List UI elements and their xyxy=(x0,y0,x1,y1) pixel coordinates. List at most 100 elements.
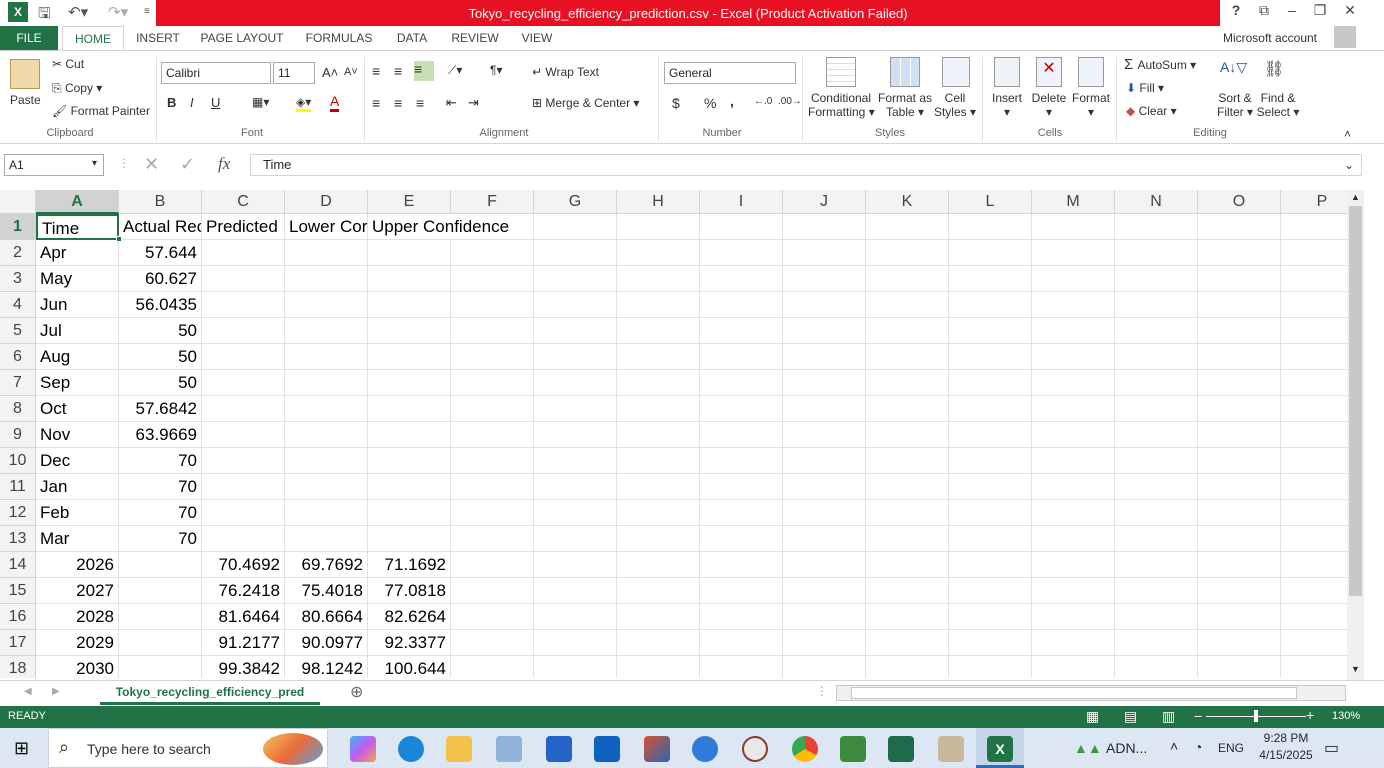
cell-l12[interactable] xyxy=(949,500,1032,526)
format-as-table-button[interactable]: Format as Table ▾ xyxy=(876,91,934,119)
cell-o14[interactable] xyxy=(1198,552,1281,578)
cell-b12[interactable]: 70 xyxy=(119,500,202,526)
cell-h4[interactable] xyxy=(617,292,700,318)
cell-i18[interactable] xyxy=(700,656,783,678)
sort-filter-button[interactable]: Sort & Filter ▾ xyxy=(1212,91,1258,119)
terminal-app-icon[interactable] xyxy=(888,736,914,762)
cell-g14[interactable] xyxy=(534,552,617,578)
cell-f18[interactable] xyxy=(451,656,534,678)
fill-button[interactable]: ⬇ Fill ▾ xyxy=(1126,81,1164,95)
cell-a14[interactable]: 2026 xyxy=(36,552,119,578)
matlab-icon[interactable] xyxy=(644,736,670,762)
column-header-k[interactable]: K xyxy=(866,190,949,214)
file-explorer-icon[interactable] xyxy=(446,736,472,762)
decrease-decimal-icon[interactable]: .00→ xyxy=(778,96,802,107)
cell-l17[interactable] xyxy=(949,630,1032,656)
format-button[interactable]: Format ▾ xyxy=(1070,91,1112,119)
cell-k18[interactable] xyxy=(866,656,949,678)
cell-a18[interactable]: 2030 xyxy=(36,656,119,678)
row-header[interactable]: 10 xyxy=(0,448,36,474)
decrease-font-icon[interactable]: A˅ xyxy=(344,66,358,78)
name-box-dropdown-icon[interactable]: ▾ xyxy=(92,158,97,169)
cell-k13[interactable] xyxy=(866,526,949,552)
cell-d4[interactable] xyxy=(285,292,368,318)
app-a-icon[interactable] xyxy=(692,736,718,762)
cell-c9[interactable] xyxy=(202,422,285,448)
save-icon[interactable]: 🖫 xyxy=(38,3,51,28)
cell-b4[interactable]: 56.0435 xyxy=(119,292,202,318)
cell-m2[interactable] xyxy=(1032,240,1115,266)
cell-j14[interactable] xyxy=(783,552,866,578)
tray-app-label[interactable]: ADN... xyxy=(1106,740,1147,756)
cell-j9[interactable] xyxy=(783,422,866,448)
cell-b13[interactable]: 70 xyxy=(119,526,202,552)
decrease-indent-icon[interactable]: ⇤ xyxy=(446,95,457,111)
currency-button[interactable]: $ xyxy=(672,95,680,111)
store-icon[interactable] xyxy=(546,736,572,762)
cell-j17[interactable] xyxy=(783,630,866,656)
number-format-select[interactable]: General xyxy=(664,62,796,84)
cell-m11[interactable] xyxy=(1032,474,1115,500)
cell-a12[interactable]: Feb xyxy=(36,500,119,526)
cell-i16[interactable] xyxy=(700,604,783,630)
align-left-icon[interactable]: ≡ xyxy=(372,95,380,111)
cell-l15[interactable] xyxy=(949,578,1032,604)
cut-button[interactable]: ✂ Cut xyxy=(52,57,84,71)
cell-e4[interactable] xyxy=(368,292,451,318)
cell-n13[interactable] xyxy=(1115,526,1198,552)
cell-a1[interactable]: Time xyxy=(36,214,119,240)
cell-h3[interactable] xyxy=(617,266,700,292)
cell-p15[interactable] xyxy=(1281,578,1347,604)
cell-m15[interactable] xyxy=(1032,578,1115,604)
cell-c11[interactable] xyxy=(202,474,285,500)
paste-icon[interactable] xyxy=(10,59,40,89)
cell-h1[interactable] xyxy=(617,214,700,240)
tray-chevron-icon[interactable]: ˄ xyxy=(1170,738,1178,754)
cell-b2[interactable]: 57.644 xyxy=(119,240,202,266)
cell-g17[interactable] xyxy=(534,630,617,656)
cell-p7[interactable] xyxy=(1281,370,1347,396)
cell-f11[interactable] xyxy=(451,474,534,500)
cell-e7[interactable] xyxy=(368,370,451,396)
cell-j18[interactable] xyxy=(783,656,866,678)
cell-n17[interactable] xyxy=(1115,630,1198,656)
cell-p18[interactable] xyxy=(1281,656,1347,678)
cell-e2[interactable] xyxy=(368,240,451,266)
cell-i8[interactable] xyxy=(700,396,783,422)
cell-p9[interactable] xyxy=(1281,422,1347,448)
cell-b15[interactable] xyxy=(119,578,202,604)
notifications-icon[interactable]: ▭ xyxy=(1324,738,1339,758)
cell-p17[interactable] xyxy=(1281,630,1347,656)
row-header[interactable]: 5 xyxy=(0,318,36,344)
cell-j4[interactable] xyxy=(783,292,866,318)
cell-m3[interactable] xyxy=(1032,266,1115,292)
cell-m18[interactable] xyxy=(1032,656,1115,678)
cell-f2[interactable] xyxy=(451,240,534,266)
cell-g11[interactable] xyxy=(534,474,617,500)
cell-f15[interactable] xyxy=(451,578,534,604)
paint-icon[interactable] xyxy=(938,736,964,762)
cell-i1[interactable] xyxy=(700,214,783,240)
cell-i17[interactable] xyxy=(700,630,783,656)
cell-a3[interactable]: May xyxy=(36,266,119,292)
cell-l13[interactable] xyxy=(949,526,1032,552)
cell-d8[interactable] xyxy=(285,396,368,422)
tray-app-icon[interactable]: ▲▲ xyxy=(1074,740,1102,756)
cell-p6[interactable] xyxy=(1281,344,1347,370)
zoom-in-icon[interactable]: + xyxy=(1306,707,1314,723)
windows-start-icon[interactable]: ⊞ xyxy=(14,738,29,759)
column-header-l[interactable]: L xyxy=(949,190,1032,214)
tab-view[interactable]: VIEW xyxy=(514,26,560,50)
cell-j2[interactable] xyxy=(783,240,866,266)
cell-d10[interactable] xyxy=(285,448,368,474)
cell-i7[interactable] xyxy=(700,370,783,396)
tab-data[interactable]: DATA xyxy=(390,26,434,50)
insert-function-button[interactable]: fx xyxy=(218,154,230,174)
cell-e16[interactable]: 82.6264 xyxy=(368,604,451,630)
cell-m12[interactable] xyxy=(1032,500,1115,526)
zoom-slider-thumb[interactable] xyxy=(1254,710,1258,722)
cell-m1[interactable] xyxy=(1032,214,1115,240)
taskbar-search[interactable]: ⌕ Type here to search xyxy=(48,728,328,768)
cell-m10[interactable] xyxy=(1032,448,1115,474)
conditional-formatting-button[interactable]: Conditional Formatting ▾ xyxy=(808,91,875,119)
